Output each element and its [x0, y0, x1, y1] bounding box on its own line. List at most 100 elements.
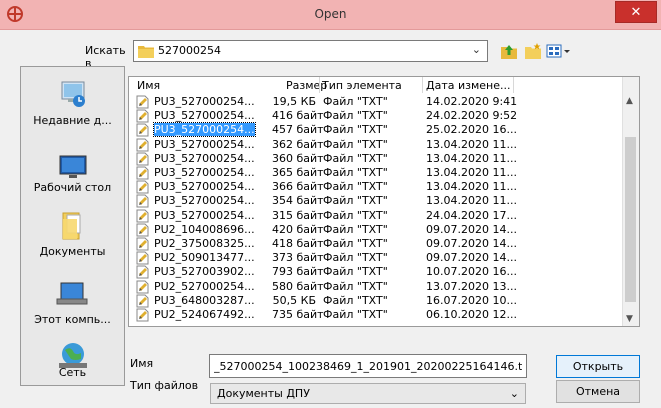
file-name: PU3_527000254...	[154, 180, 255, 194]
text-file-icon	[136, 166, 149, 180]
place-label: Документы	[39, 245, 106, 258]
text-file-icon	[136, 109, 149, 123]
file-name: PU3_527000254...	[154, 151, 255, 165]
text-file-icon	[136, 251, 149, 265]
table-row[interactable]: PU2_527000254... 580 байт Файл "TXT" 13.07.…	[129, 280, 625, 294]
file-type: Файл "TXT"	[323, 166, 388, 179]
table-row[interactable]: PU3_527000254... 315 байт Файл "TXT" 24.04.…	[129, 209, 625, 223]
place-documents[interactable]: Документы	[21, 207, 124, 259]
file-type: Файл "TXT"	[323, 293, 388, 307]
file-name: PU3_527000254...	[154, 208, 255, 222]
chevron-down-icon: ⌄	[509, 387, 519, 400]
file-size: 457 байт	[272, 123, 324, 137]
place-recent[interactable]: Недавние д...	[21, 75, 124, 133]
file-name: PU3_527003902...	[154, 265, 255, 279]
scroll-thumb[interactable]	[625, 137, 636, 302]
table-row[interactable]: PU2_375008325... 418 байт Файл "TXT" 09.07.…	[129, 237, 625, 251]
text-file-icon	[136, 180, 149, 194]
lookin-dropdown[interactable]: 527000254 ⌄	[133, 40, 488, 62]
file-size: 793 байт	[272, 265, 324, 279]
filetype-label: Тип файлов	[130, 379, 199, 392]
file-name: PU2_375008325...	[154, 237, 255, 250]
file-type: Файл "TXT"	[323, 222, 388, 236]
file-type: Файл "TXT"	[323, 265, 388, 279]
file-date: 09.07.2020 14...	[426, 251, 517, 265]
table-row[interactable]: PU3_527000254... 360 байт Файл "TXT" 13.04.…	[129, 152, 625, 166]
text-file-icon	[136, 237, 149, 251]
table-row[interactable]: PU3_648003287... 50,5 КБ Файл "TXT" 16.07.2…	[129, 294, 625, 308]
cancel-button[interactable]: Отмена	[556, 380, 640, 403]
file-date: 13.04.2020 11...	[426, 194, 517, 208]
chevron-down-icon: ⌄	[471, 43, 481, 56]
up-folder-icon[interactable]	[500, 42, 518, 60]
file-date: 25.02.2020 16...	[426, 123, 517, 137]
table-row[interactable]: PU3_527003902... 793 байт Файл "TXT" 10.07.…	[129, 265, 625, 279]
table-row[interactable]: PU3_527000254... 362 байт Файл "TXT" 13.04.…	[129, 138, 625, 152]
file-name: PU3_527000254...	[154, 194, 255, 208]
file-name: PU3_648003287...	[154, 293, 255, 307]
place-label: Недавние д...	[33, 114, 112, 127]
window-title: Open	[314, 7, 347, 21]
file-date: 13.07.2020 13...	[426, 279, 517, 293]
table-row[interactable]: PU3_527000254... 19,5 КБ Файл "TXT" 14.02.2…	[129, 95, 625, 109]
close-button[interactable]: ✕	[615, 1, 657, 23]
vertical-scrollbar[interactable]: ▲ ▼	[622, 77, 639, 326]
filename-input[interactable]	[209, 354, 527, 378]
table-row[interactable]: PU3_527000254... 416 байт Файл "TXT" 24.02.…	[129, 109, 625, 123]
text-file-icon	[136, 194, 149, 208]
sort-indicator-icon: ^	[469, 76, 476, 82]
desktop-icon	[59, 155, 87, 178]
table-row[interactable]: PU2_524067492... 735 байт Файл "TXT" 06.10.…	[129, 308, 625, 322]
lookin-value: 527000254	[158, 44, 221, 57]
file-type: Файл "TXT"	[323, 237, 388, 250]
new-folder-icon[interactable]	[524, 42, 542, 60]
file-name: PU3_527000254...	[154, 109, 255, 123]
text-file-icon	[136, 308, 149, 322]
file-size: 50,5 КБ	[272, 293, 316, 307]
file-date: 13.04.2020 11...	[426, 151, 517, 165]
column-type-header[interactable]: Тип элемента	[322, 79, 402, 92]
file-date: 06.10.2020 12...	[426, 308, 517, 321]
places-bar: Недавние д... Рабочий стол Документы Это…	[20, 66, 125, 386]
table-row[interactable]: PU3_527000254... 366 байт Файл "TXT" 13.04.…	[129, 180, 625, 194]
text-file-icon	[136, 95, 149, 109]
file-type: Файл "TXT"	[323, 137, 388, 151]
table-row[interactable]: PU2_509013477... 373 байт Файл "TXT" 09.07.…	[129, 251, 625, 265]
file-type: Файл "TXT"	[323, 279, 388, 293]
file-date: 24.02.2020 9:52	[426, 109, 518, 123]
file-name: PU3_527000254...	[153, 122, 256, 138]
file-size: 362 байт	[272, 137, 324, 151]
file-type: Файл "TXT"	[323, 308, 388, 321]
file-date: 13.04.2020 11...	[426, 166, 517, 179]
file-size: 580 байт	[272, 279, 324, 293]
view-menu-icon[interactable]	[546, 42, 572, 60]
filename-label: Имя	[130, 357, 154, 370]
file-size: 19,5 КБ	[272, 95, 316, 108]
file-type: Файл "TXT"	[323, 194, 388, 208]
table-row[interactable]: PU3_527000254... 365 байт Файл "TXT" 13.04.…	[129, 166, 625, 180]
text-file-icon	[136, 223, 149, 237]
file-list[interactable]: Имя Размер Тип элемента Дата измене... ^…	[128, 76, 640, 327]
open-button[interactable]: Открыть	[556, 355, 640, 378]
file-type: Файл "TXT"	[323, 180, 388, 194]
table-row[interactable]: PU3_527000254... 354 байт Файл "TXT" 13.04.…	[129, 194, 625, 208]
filetype-dropdown[interactable]: Документы ДПУ ⌄	[210, 383, 526, 404]
text-file-icon	[136, 152, 149, 166]
file-date: 16.07.2020 10...	[426, 293, 517, 307]
file-date: 10.07.2020 16...	[426, 265, 517, 279]
place-desktop[interactable]: Рабочий стол	[21, 145, 124, 195]
file-size: 735 байт	[272, 308, 324, 321]
file-size: 366 байт	[272, 180, 324, 194]
this-pc-icon	[56, 282, 88, 305]
scroll-up-icon[interactable]: ▲	[626, 96, 633, 106]
place-this-pc[interactable]: Этот компь...	[21, 275, 124, 329]
file-type: Файл "TXT"	[323, 123, 388, 137]
column-name-header[interactable]: Имя	[137, 79, 160, 92]
scroll-down-icon[interactable]: ▼	[626, 314, 633, 324]
file-type: Файл "TXT"	[323, 109, 388, 123]
place-network[interactable]: Сеть	[21, 341, 124, 381]
table-row[interactable]: PU2_104008696... 420 байт Файл "TXT" 09.07.…	[129, 223, 625, 237]
file-date: 13.04.2020 11...	[426, 137, 517, 151]
table-row[interactable]: PU3_527000254... 457 байт Файл "TXT" 25.02.…	[129, 122, 625, 138]
file-size: 365 байт	[272, 166, 324, 179]
